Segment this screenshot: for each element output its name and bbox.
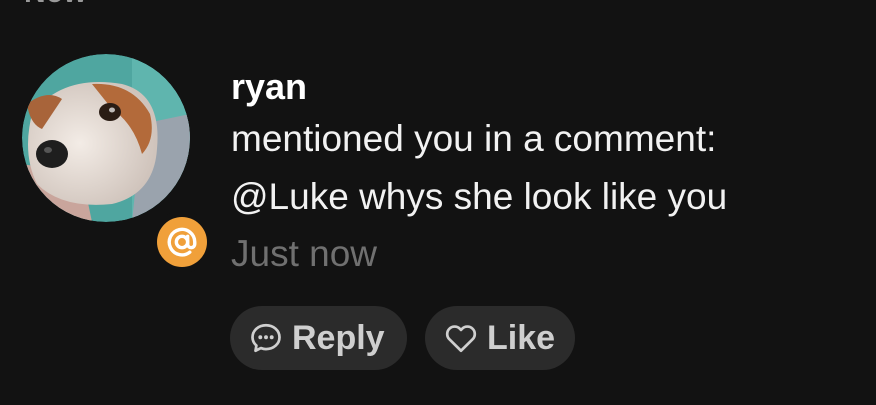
timestamp: Just now xyxy=(231,233,378,274)
mention-badge xyxy=(151,211,213,273)
notification-item[interactable]: ryan mentioned you in a comment: @Luke w… xyxy=(0,0,876,405)
notification-text: ryan mentioned you in a comment: @Luke w… xyxy=(231,64,727,282)
username[interactable]: ryan xyxy=(231,64,727,110)
reply-button[interactable]: Reply xyxy=(230,306,407,370)
action-buttons: Reply Like xyxy=(230,306,575,370)
avatar-container[interactable] xyxy=(22,54,213,273)
heart-outline-icon xyxy=(443,320,479,356)
at-sign-icon xyxy=(157,217,207,267)
like-label: Like xyxy=(487,318,556,357)
speech-bubble-icon xyxy=(248,320,284,356)
action-text: mentioned you in a comment: xyxy=(231,118,717,159)
reply-label: Reply xyxy=(292,318,385,357)
avatar[interactable] xyxy=(22,54,190,222)
comment-text: @Luke whys she look like you xyxy=(231,176,728,217)
like-button[interactable]: Like xyxy=(425,306,575,370)
